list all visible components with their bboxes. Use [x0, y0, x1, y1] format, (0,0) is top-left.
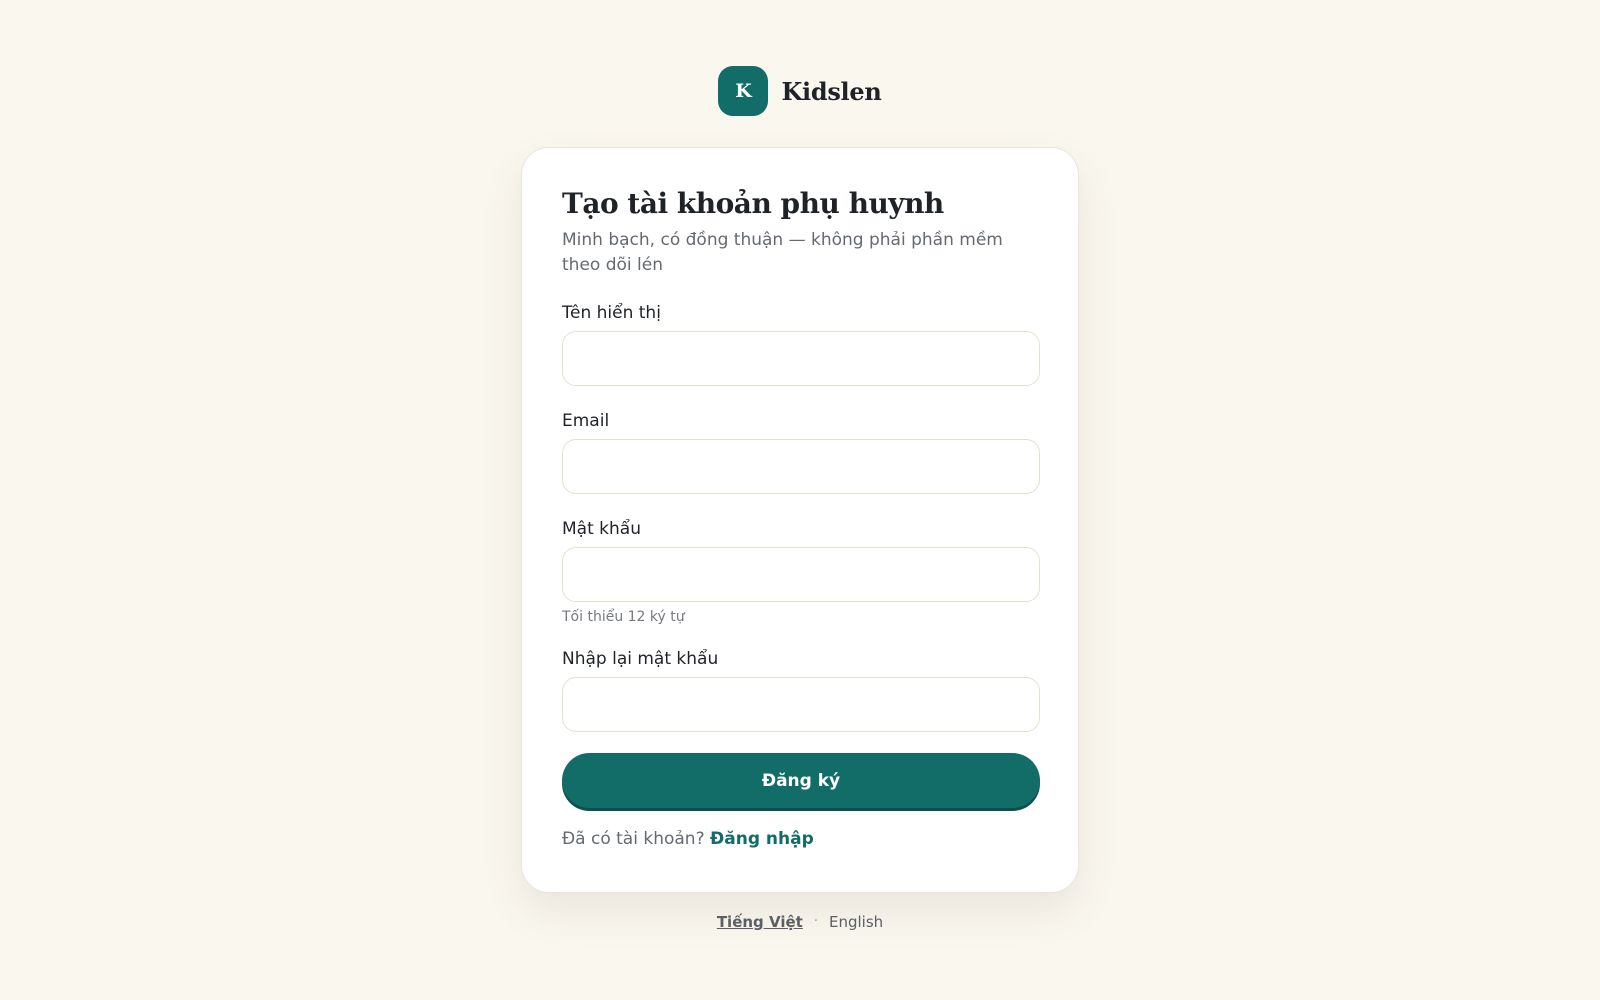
- confirm-password-label: Nhập lại mật khẩu: [562, 649, 719, 669]
- brand-logo: K: [718, 66, 769, 116]
- signup-card: Tạo tài khoản phụ huynh Minh bạch, có đồ…: [521, 147, 1079, 893]
- display-name-group: Tên hiển thị: [562, 302, 1040, 386]
- confirm-password-input[interactable]: [562, 677, 1040, 732]
- email-input[interactable]: [562, 439, 1040, 494]
- brand-name: Kidslen: [781, 76, 882, 106]
- display-name-label: Tên hiển thị: [562, 303, 661, 323]
- password-input[interactable]: [562, 547, 1040, 602]
- language-switcher: Tiếng Việt · English: [0, 912, 1600, 932]
- signin-prompt: Đã có tài khoản?: [562, 829, 705, 849]
- display-name-input[interactable]: [562, 331, 1040, 386]
- password-hint: Tối thiểu 12 ký tự: [562, 609, 685, 625]
- signup-button[interactable]: Đăng ký: [562, 753, 1040, 808]
- language-english[interactable]: English: [829, 912, 883, 932]
- signin-link[interactable]: Đăng nhập: [710, 829, 814, 849]
- signin-row: Đã có tài khoản? Đăng nhập: [562, 827, 1038, 851]
- password-group: Mật khẩu Tối thiểu 12 ký tự: [562, 518, 1040, 626]
- language-vietnamese[interactable]: Tiếng Việt: [717, 912, 803, 932]
- brand-header: K Kidslen: [0, 66, 1600, 116]
- page-subtitle: Minh bạch, có đồng thuận — không phải ph…: [562, 230, 1003, 275]
- page-title: Tạo tài khoản phụ huynh: [562, 187, 944, 220]
- language-separator: ·: [813, 914, 818, 929]
- email-label: Email: [562, 411, 610, 431]
- confirm-password-group: Nhập lại mật khẩu: [562, 648, 1040, 732]
- password-label: Mật khẩu: [562, 519, 641, 539]
- email-group: Email: [562, 410, 1040, 494]
